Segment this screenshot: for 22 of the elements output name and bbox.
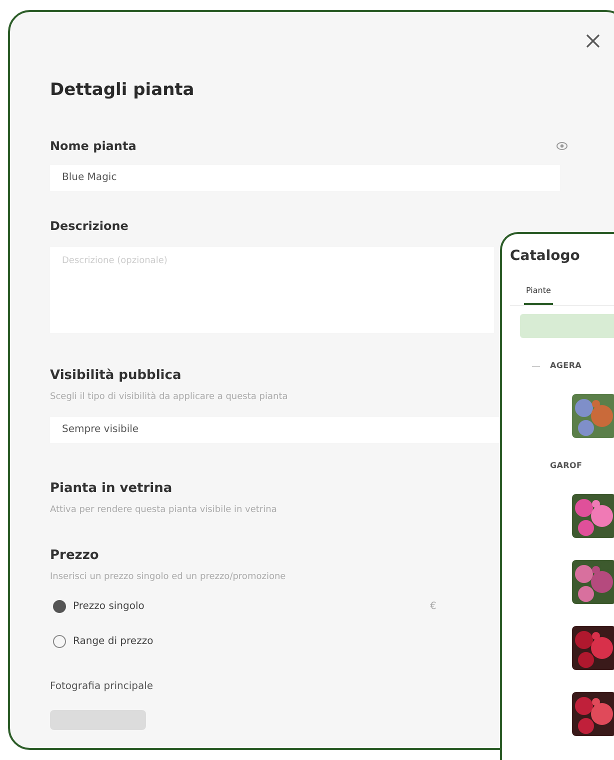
name-field[interactable]: Blue Magic bbox=[50, 164, 560, 190]
section-hint: Attiva per rendere questa pianta visibile in vetrina bbox=[50, 504, 278, 517]
dialog-title: Dettagli pianta bbox=[50, 79, 196, 102]
catalog-title: Catalogo bbox=[510, 247, 581, 266]
section-hint: Scegli il tipo di visibilità da applicare a questa pianta bbox=[50, 391, 289, 404]
section-title: Prezzo bbox=[50, 546, 99, 564]
eye-icon[interactable] bbox=[556, 140, 568, 150]
section-hint: Inserisci un prezzo singolo ed un prezzo/promozione bbox=[50, 571, 287, 584]
field-label: Fotografia principale bbox=[50, 680, 154, 694]
upload-button[interactable] bbox=[50, 710, 146, 730]
section-title: Pianta in vetrina bbox=[50, 480, 172, 498]
group-name: GAROF bbox=[550, 460, 582, 472]
price-radio[interactable]: Range di prezzo bbox=[53, 634, 154, 648]
currency-symbol: € bbox=[430, 600, 436, 614]
group-name: AGERA bbox=[550, 360, 582, 372]
close-icon bbox=[586, 34, 600, 48]
catalog-tab[interactable]: Piante bbox=[524, 285, 553, 305]
field-label: Nome pianta bbox=[50, 138, 136, 154]
price-radio[interactable]: Prezzo singolo bbox=[53, 598, 144, 614]
section-title: Visibilità pubblica bbox=[50, 366, 182, 384]
field-label: Descrizione bbox=[50, 218, 130, 234]
add-bar[interactable] bbox=[520, 314, 614, 338]
